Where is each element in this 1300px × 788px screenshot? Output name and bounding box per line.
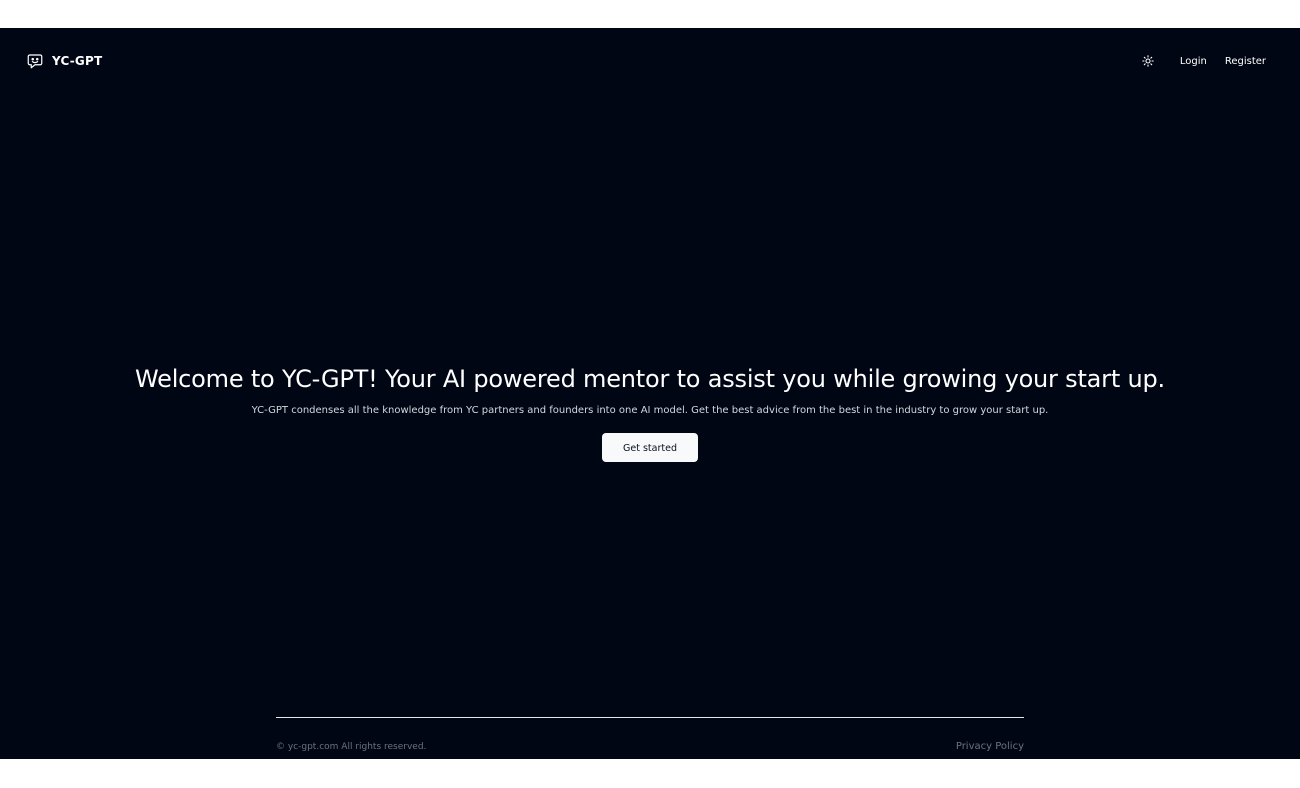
- footer-row: © yc-gpt.com All rights reserved. Privac…: [276, 741, 1024, 759]
- get-started-button[interactable]: Get started: [602, 433, 698, 462]
- login-link[interactable]: Login: [1180, 56, 1207, 67]
- sun-icon: [1142, 55, 1154, 67]
- nav-actions: Login Register: [1140, 52, 1266, 70]
- theme-toggle-button[interactable]: [1140, 53, 1156, 69]
- brand-link[interactable]: YC-GPT: [26, 52, 102, 70]
- register-link[interactable]: Register: [1225, 56, 1266, 67]
- top-nav: YC-GPT Login Register: [0, 28, 1300, 92]
- hero-section: Welcome to YC-GPT! Your AI powered mento…: [0, 362, 1300, 462]
- chatbot-face-icon: [27, 54, 43, 69]
- hero-title: Welcome to YC-GPT! Your AI powered mento…: [135, 365, 1165, 393]
- footer-divider: [276, 717, 1024, 718]
- app-root: YC-GPT Login Register Welcome to YC-GPT!…: [0, 28, 1300, 759]
- hero-subtitle: YC-GPT condenses all the knowledge from …: [251, 405, 1049, 416]
- brand-name: YC-GPT: [52, 54, 103, 68]
- footer: © yc-gpt.com All rights reserved. Privac…: [276, 717, 1024, 759]
- copyright-text: © yc-gpt.com All rights reserved.: [276, 742, 427, 752]
- privacy-policy-link[interactable]: Privacy Policy: [956, 741, 1024, 752]
